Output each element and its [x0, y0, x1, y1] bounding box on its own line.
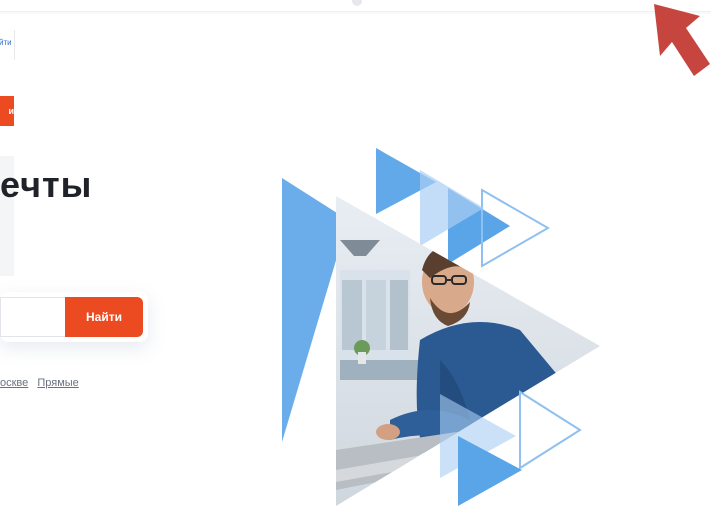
red-pointer-arrow-icon — [654, 4, 710, 76]
header-link[interactable]: йти — [0, 38, 12, 47]
header-tab-notch — [352, 0, 362, 6]
search-button[interactable]: Найти — [65, 297, 143, 337]
page: йти и ечты Найти оскве Прямые — [0, 0, 711, 506]
quick-link-direct[interactable]: Прямые — [37, 377, 78, 389]
search-input[interactable] — [0, 297, 66, 337]
page-headline: ечты — [0, 164, 93, 205]
orange-action-button-label: и — [8, 106, 14, 116]
quick-links: оскве Прямые — [0, 377, 85, 389]
orange-action-button[interactable]: и — [0, 96, 14, 126]
top-header-bar — [0, 0, 711, 12]
hero-illustration — [282, 148, 600, 506]
quick-link-moscow[interactable]: оскве — [0, 377, 28, 389]
header-link-container: йти — [0, 30, 15, 60]
outline-triangle-bottom — [519, 390, 582, 470]
